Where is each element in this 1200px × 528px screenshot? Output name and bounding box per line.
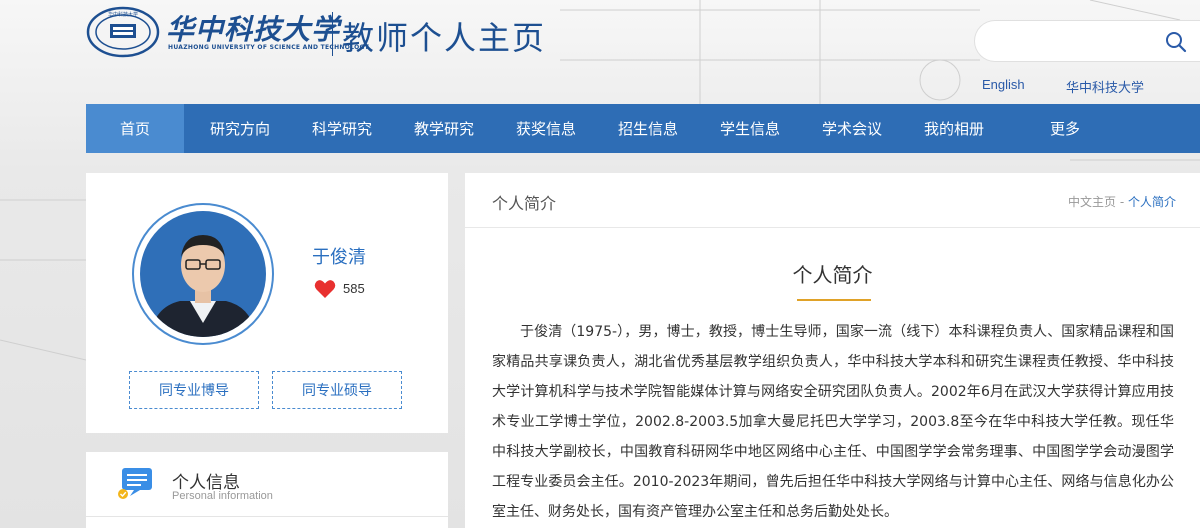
- section-title-underline: [797, 299, 871, 301]
- panel-title: 个人简介: [492, 194, 557, 213]
- nav-item-admissions[interactable]: 招生信息: [592, 104, 704, 153]
- same-major-master-supervisors-button[interactable]: 同专业硕导: [272, 371, 402, 409]
- site-header: 华中科技大学 华中科技大学 HUAZHONG UNIVERSITY OF SCI…: [0, 0, 1200, 104]
- breadcrumb-home-link[interactable]: 中文主页: [1068, 195, 1116, 209]
- svg-text:华中科技大学: 华中科技大学: [108, 11, 138, 18]
- site-title: 教师个人主页: [342, 19, 547, 57]
- university-link[interactable]: 华中科技大学: [1066, 77, 1144, 96]
- nav-item-research-direction[interactable]: 研究方向: [184, 104, 296, 153]
- avatar-frame: [132, 203, 274, 345]
- nav-item-album[interactable]: 我的相册: [908, 104, 1000, 153]
- nav-item-awards[interactable]: 获奖信息: [500, 104, 592, 153]
- search-input[interactable]: [989, 29, 1159, 53]
- personal-info-subtitle: Personal information: [172, 490, 273, 502]
- nav-item-teaching-research[interactable]: 教学研究: [388, 104, 500, 153]
- profile-card: 于俊清 585 同专业博导 同专业硕导: [86, 173, 448, 433]
- breadcrumb-separator: -: [1119, 195, 1125, 209]
- main-nav: 首页 研究方向 科学研究 教学研究 获奖信息 招生信息 学生信息 学术会议 我的…: [86, 104, 1200, 153]
- nav-item-home[interactable]: 首页: [86, 104, 184, 153]
- avatar: [140, 211, 266, 337]
- nav-item-students[interactable]: 学生信息: [704, 104, 796, 153]
- divider: [86, 516, 448, 517]
- breadcrumb: 中文主页 - 个人简介: [1068, 193, 1176, 210]
- search-box: [974, 20, 1200, 62]
- university-name-logo: 华中科技大学: [166, 13, 341, 46]
- chat-info-icon: [118, 468, 152, 499]
- same-major-phd-supervisors-button[interactable]: 同专业博导: [129, 371, 259, 409]
- university-seal-logo[interactable]: 华中科技大学: [86, 6, 160, 58]
- profile-name: 于俊清: [312, 247, 366, 268]
- like-count: 585: [343, 281, 365, 296]
- panel-header: 个人简介 中文主页 - 个人简介: [465, 173, 1200, 228]
- section-title: 个人简介: [792, 263, 873, 287]
- breadcrumb-current[interactable]: 个人简介: [1128, 195, 1176, 209]
- nav-item-more[interactable]: 更多: [1000, 104, 1130, 153]
- heart-icon[interactable]: [314, 279, 336, 299]
- nav-item-conferences[interactable]: 学术会议: [796, 104, 908, 153]
- university-name-en: HUAZHONG UNIVERSITY OF SCIENCE AND TECHN…: [168, 44, 370, 51]
- english-link[interactable]: English: [982, 77, 1025, 92]
- personal-info-card: 个人信息 Personal information: [86, 452, 448, 528]
- nav-item-scientific-research[interactable]: 科学研究: [296, 104, 388, 153]
- main-content-panel: 个人简介 中文主页 - 个人简介 个人简介 于俊清（1975-），男，博士，教授…: [465, 173, 1200, 528]
- search-icon[interactable]: [1165, 31, 1187, 53]
- logo-divider: [332, 12, 333, 56]
- biography-text: 于俊清（1975-），男，博士，教授，博士生导师，国家一流（线下）本科课程负责人…: [492, 324, 1174, 520]
